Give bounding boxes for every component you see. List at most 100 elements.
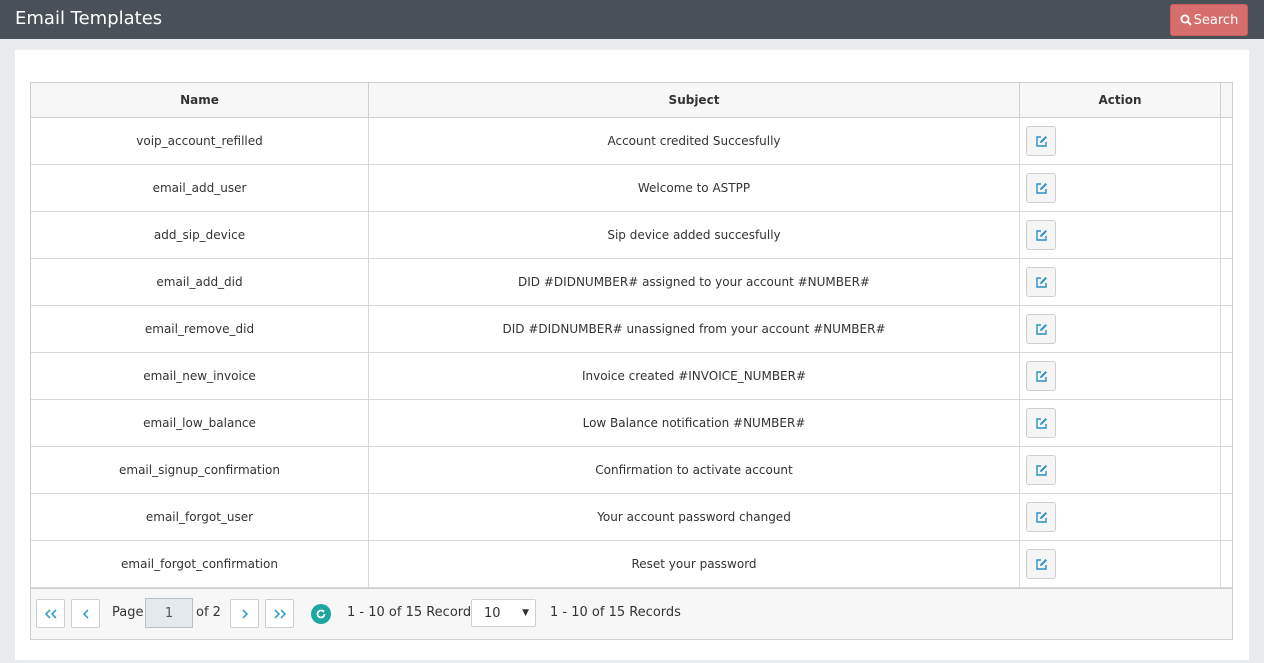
edit-icon [1035,135,1047,147]
action-cell [1020,447,1221,493]
edit-icon [1035,464,1047,476]
edit-button[interactable] [1026,361,1056,391]
template-name-cell: email_signup_confirmation [31,447,369,493]
template-subject-cell: Reset your password [369,541,1020,587]
template-subject-cell: Low Balance notification #NUMBER# [369,400,1020,446]
edit-button[interactable] [1026,455,1056,485]
edit-icon [1035,276,1047,288]
row-scroll-gutter [1221,165,1232,211]
records-summary-left: 1 - 10 of 15 Records [347,605,478,620]
first-page-button[interactable] [36,599,65,628]
action-cell [1020,353,1221,399]
template-subject-cell: DID #DIDNUMBER# assigned to your account… [369,259,1020,305]
template-name-cell: email_add_did [31,259,369,305]
column-header-subject[interactable]: Subject [369,83,1020,117]
records-summary-right: 1 - 10 of 15 Records [550,605,681,620]
template-subject-cell: Your account password changed [369,494,1020,540]
action-cell [1020,212,1221,258]
search-button[interactable]: Search [1170,4,1248,36]
grid-body: voip_account_refilled Account credited Su… [31,118,1232,588]
last-page-button[interactable] [265,599,294,628]
action-cell [1020,400,1221,446]
grid-header: Name Subject Action [31,83,1232,118]
prev-page-button[interactable] [71,599,100,628]
table-row: email_forgot_confirmation Reset your pass… [31,541,1232,588]
current-page-input[interactable] [145,598,193,628]
edit-icon [1035,558,1047,570]
row-scroll-gutter [1221,447,1232,493]
chevron-left-icon [82,608,89,619]
template-name-cell: voip_account_refilled [31,118,369,164]
template-name-cell: email_forgot_user [31,494,369,540]
template-subject-cell: Account credited Succesfully [369,118,1020,164]
row-scroll-gutter [1221,353,1232,399]
header-scroll-gutter [1221,83,1232,117]
page-size-value: 10 [484,605,501,621]
template-name-cell: add_sip_device [31,212,369,258]
page-label: Page [112,605,144,620]
row-scroll-gutter [1221,494,1232,540]
search-button-label: Search [1193,12,1239,28]
action-cell [1020,165,1221,211]
action-cell [1020,541,1221,587]
edit-icon [1035,182,1047,194]
table-row: email_low_balance Low Balance notificatio… [31,400,1232,447]
pagination-bar: Page of 2 1 - 10 of 15 Records 10 ▼ 1 - … [31,588,1232,639]
refresh-button[interactable] [311,604,331,624]
double-chevron-left-icon [44,608,57,619]
table-row: email_add_did DID #DIDNUMBER# assigned to… [31,259,1232,306]
row-scroll-gutter [1221,118,1232,164]
edit-button[interactable] [1026,549,1056,579]
edit-button[interactable] [1026,220,1056,250]
template-subject-cell: Invoice created #INVOICE_NUMBER# [369,353,1020,399]
email-templates-grid: Name Subject Action voip_account_refille… [30,82,1233,640]
template-name-cell: email_add_user [31,165,369,211]
page-size-select[interactable]: 10 ▼ [471,599,536,627]
next-page-button[interactable] [230,599,259,628]
action-cell [1020,118,1221,164]
row-scroll-gutter [1221,541,1232,587]
edit-button[interactable] [1026,408,1056,438]
template-subject-cell: DID #DIDNUMBER# unassigned from your acc… [369,306,1020,352]
edit-button[interactable] [1026,126,1056,156]
edit-button[interactable] [1026,173,1056,203]
edit-icon [1035,417,1047,429]
template-subject-cell: Sip device added succesfully [369,212,1020,258]
edit-icon [1035,511,1047,523]
edit-icon [1035,229,1047,241]
table-row: email_signup_confirmation Confirmation to… [31,447,1232,494]
action-cell [1020,306,1221,352]
edit-button[interactable] [1026,314,1056,344]
template-subject-cell: Confirmation to activate account [369,447,1020,493]
table-row: voip_account_refilled Account credited Su… [31,118,1232,165]
top-bar: Email Templates Search [0,0,1264,39]
table-row: email_forgot_user Your account password c… [31,494,1232,541]
page-title: Email Templates [15,8,163,29]
template-name-cell: email_low_balance [31,400,369,446]
edit-button[interactable] [1026,502,1056,532]
edit-icon [1035,370,1047,382]
template-name-cell: email_new_invoice [31,353,369,399]
table-row: email_new_invoice Invoice created #INVOIC… [31,353,1232,400]
row-scroll-gutter [1221,259,1232,305]
row-scroll-gutter [1221,400,1232,446]
table-row: email_add_user Welcome to ASTPP [31,165,1232,212]
column-header-name[interactable]: Name [31,83,369,117]
double-chevron-right-icon [273,608,286,619]
edit-icon [1035,323,1047,335]
edit-button[interactable] [1026,267,1056,297]
table-row: email_remove_did DID #DIDNUMBER# unassign… [31,306,1232,353]
dropdown-arrow-icon: ▼ [522,608,529,618]
column-header-action: Action [1020,83,1221,117]
row-scroll-gutter [1221,306,1232,352]
template-subject-cell: Welcome to ASTPP [369,165,1020,211]
refresh-icon [316,609,326,619]
page-count-label: of 2 [196,605,221,620]
action-cell [1020,259,1221,305]
action-cell [1020,494,1221,540]
template-name-cell: email_forgot_confirmation [31,541,369,587]
table-row: add_sip_device Sip device added succesful… [31,212,1232,259]
row-scroll-gutter [1221,212,1232,258]
chevron-right-icon [241,608,248,619]
search-icon [1180,14,1192,26]
